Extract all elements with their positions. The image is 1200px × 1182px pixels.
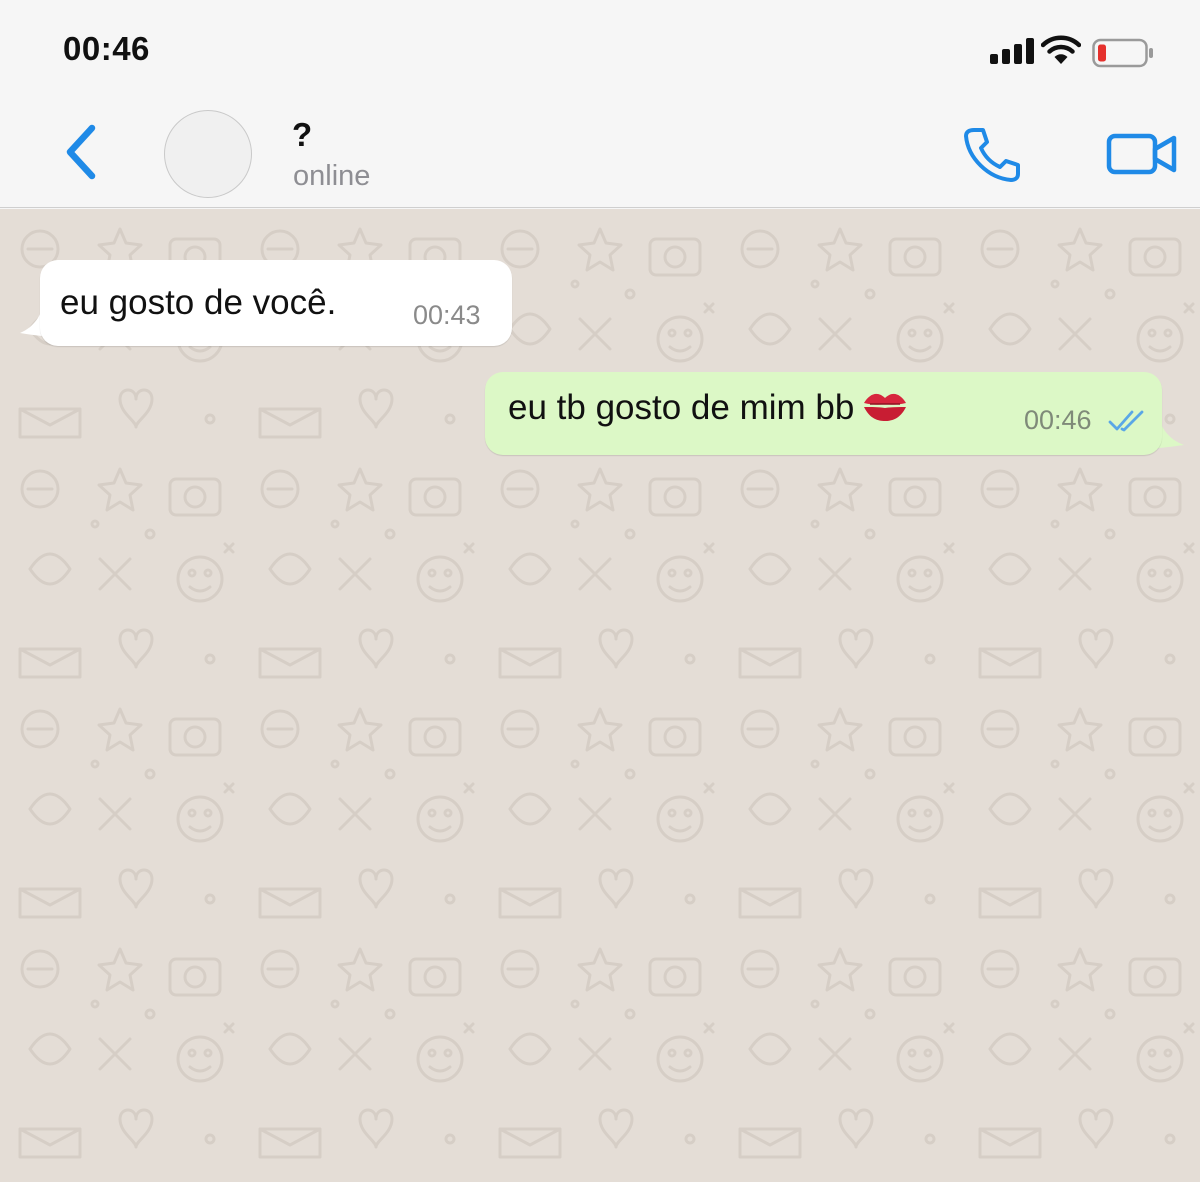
message-text-row: eu tb gosto de mim bb: [508, 388, 908, 428]
chat-header: ? online: [0, 96, 1200, 208]
signal-icon: [990, 38, 1034, 64]
message-text: eu tb gosto de mim bb: [508, 388, 855, 427]
back-chevron-icon[interactable]: [58, 122, 106, 182]
outgoing-message[interactable]: eu tb gosto de mim bb 00:46: [485, 372, 1162, 455]
incoming-message[interactable]: eu gosto de você. 00:43: [40, 260, 512, 346]
chat-wallpaper: [0, 209, 1200, 1182]
phone-icon[interactable]: [960, 126, 1022, 182]
contact-status: online: [293, 160, 371, 192]
message-text: eu gosto de você.: [60, 283, 337, 322]
double-check-icon: [1108, 410, 1144, 432]
status-time: 00:46: [63, 30, 150, 67]
message-time: 00:43: [413, 300, 481, 330]
battery-low-icon: [1092, 38, 1153, 68]
wifi-icon: [1041, 35, 1081, 64]
video-camera-icon[interactable]: [1106, 130, 1178, 178]
contact-name[interactable]: ?: [292, 116, 312, 154]
avatar[interactable]: [164, 110, 252, 198]
chat-area[interactable]: eu gosto de você. 00:43 eu tb gosto de m…: [0, 209, 1200, 1182]
whatsapp-chat-screen: 00:46 ? online eu gosto de você. 00:43 e…: [0, 0, 1200, 1182]
message-time: 00:46: [1024, 405, 1092, 435]
kiss-mark-icon: [864, 393, 907, 421]
status-bar: 00:46: [0, 0, 1200, 96]
